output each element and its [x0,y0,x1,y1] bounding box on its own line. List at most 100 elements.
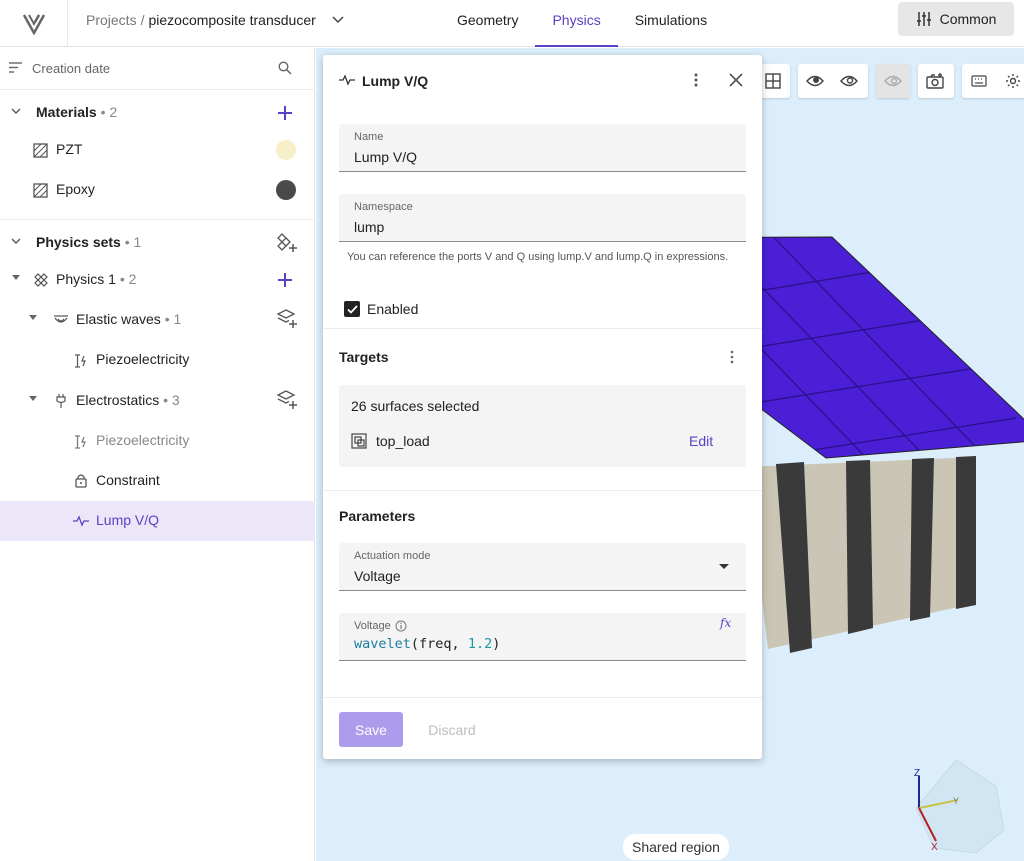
save-button[interactable]: Save [339,712,403,747]
elastic-title-wrap: Elastic waves • 1 [76,311,181,327]
namespace-input[interactable] [354,219,724,235]
electrostatics-label: Electrostatics [76,392,160,408]
function-editor-icon[interactable]: fx [720,616,731,630]
divider [323,697,762,698]
namespace-hint: You can reference the ports V and Q usin… [347,251,729,263]
physics-set-icon [34,273,48,287]
material-item-pzt[interactable]: PZT [0,130,315,170]
chevron-down-icon[interactable] [11,237,21,245]
keyboard-icon [971,75,987,87]
keyboard-shortcuts-button[interactable] [962,64,996,98]
name-input[interactable] [354,149,724,165]
chevron-down-icon[interactable] [11,107,21,115]
elastic-piezoelectricity-item[interactable]: Piezoelectricity [0,340,315,380]
parameters-title: Parameters [339,508,416,524]
tab-geometry[interactable]: Geometry [440,0,535,47]
discard-button[interactable]: Discard [419,712,485,747]
voltage-label-wrap: Voltage [354,620,407,632]
axis-gizmo[interactable]: Z Y X [914,759,1005,854]
physics-sets-header[interactable]: Physics sets • 1 [0,223,315,263]
common-button[interactable]: Common [898,2,1014,36]
name-field[interactable]: Name [339,124,746,172]
wave-icon [54,315,68,323]
viewport-toolbar-hide [876,64,910,98]
project-dropdown-chevron[interactable] [332,15,344,24]
material-color-swatch[interactable] [276,140,296,160]
more-vertical-icon[interactable] [729,350,735,364]
voltage-label: Voltage [354,620,391,632]
electrostatics-title-wrap: Electrostatics • 3 [76,392,180,408]
electrostatics-item[interactable]: Electrostatics • 3 [0,381,315,421]
dropdown-arrow-icon[interactable] [719,564,729,569]
close-icon[interactable] [729,73,743,87]
add-material-plus-icon[interactable] [276,104,294,122]
hatched-square-icon [33,183,48,198]
axis-y-label: Y [953,796,959,806]
materials-count: • 2 [100,104,118,120]
app-logo[interactable] [0,0,68,47]
sort-row[interactable]: Creation date [0,48,315,90]
elastic-waves-count: • 1 [164,311,182,327]
divider [0,219,315,220]
piezoelectricity-icon [75,435,86,449]
piezoelectricity-icon [75,354,86,368]
check-icon [346,304,358,314]
show-selected-button[interactable] [832,64,866,98]
elastic-child-label: Piezoelectricity [96,351,190,367]
add-layer-icon[interactable] [276,389,298,411]
tab-simulations[interactable]: Simulations [618,0,724,47]
material-item-epoxy[interactable]: Epoxy [0,170,315,210]
lock-icon [75,474,87,488]
grid-icon [765,73,781,89]
sliders-icon [916,12,931,26]
caret-down-icon[interactable] [12,275,20,281]
project-name[interactable]: piezocomposite transducer [148,12,315,28]
caret-down-icon[interactable] [29,396,37,402]
info-icon[interactable] [395,620,407,632]
enabled-checkbox[interactable] [344,301,360,317]
edit-target-button[interactable]: Edit [689,433,713,449]
search-icon[interactable] [278,61,292,75]
eye-filled-icon [806,75,824,87]
physics-1-item[interactable]: Physics 1 • 2 [0,260,315,300]
add-physics-plus-icon[interactable] [276,271,294,289]
elastic-waves-item[interactable]: Elastic waves • 1 [0,300,315,340]
lump-vq-item[interactable]: Lump V/Q [0,501,315,541]
viewport-settings-button[interactable] [996,64,1024,98]
pulse-icon [339,74,355,86]
expr-function: wavelet [354,636,411,652]
tab-physics[interactable]: Physics [535,0,618,47]
physics-1-title-wrap: Physics 1 • 2 [56,271,136,287]
namespace-field[interactable]: Namespace [339,194,746,242]
voltage-expression[interactable]: wavelet(freq, 1.2) [354,636,500,652]
logo-icon [22,13,45,35]
screenshot-button[interactable] [918,64,952,98]
name-field-label: Name [354,131,384,143]
show-all-button[interactable] [798,64,832,98]
chevron-down-icon [332,15,344,23]
hide-button[interactable] [876,64,910,98]
electro-child-label: Piezoelectricity [96,432,190,448]
sort-icon [9,62,22,73]
caret-down-icon[interactable] [29,315,37,321]
viewport-toolbar-visibility [798,64,868,98]
electro-piezoelectricity-item[interactable]: Piezoelectricity [0,421,315,461]
actuation-mode-select[interactable]: Actuation mode Voltage [339,543,746,591]
elastic-waves-label: Elastic waves [76,311,161,327]
material-label: PZT [56,141,83,157]
materials-header[interactable]: Materials • 2 [0,93,315,133]
electro-child-label: Lump V/Q [96,512,160,528]
voltage-field[interactable]: Voltage fx wavelet(freq, 1.2) [339,613,746,661]
expr-arg: freq, [419,636,468,652]
eye-off-icon [884,75,902,87]
more-vertical-icon[interactable] [693,72,699,88]
expr-number: 1.2 [467,636,493,652]
enabled-checkbox-row[interactable]: Enabled [344,301,418,317]
material-color-swatch[interactable] [276,180,296,200]
constraint-item[interactable]: Constraint [0,461,315,501]
add-physics-set-icon[interactable] [276,232,298,254]
add-layer-icon[interactable] [276,308,298,330]
targets-box: 26 surfaces selected top_load Edit [339,385,746,467]
panel-title: Lump V/Q [362,73,429,89]
breadcrumb-projects[interactable]: Projects [86,12,137,28]
